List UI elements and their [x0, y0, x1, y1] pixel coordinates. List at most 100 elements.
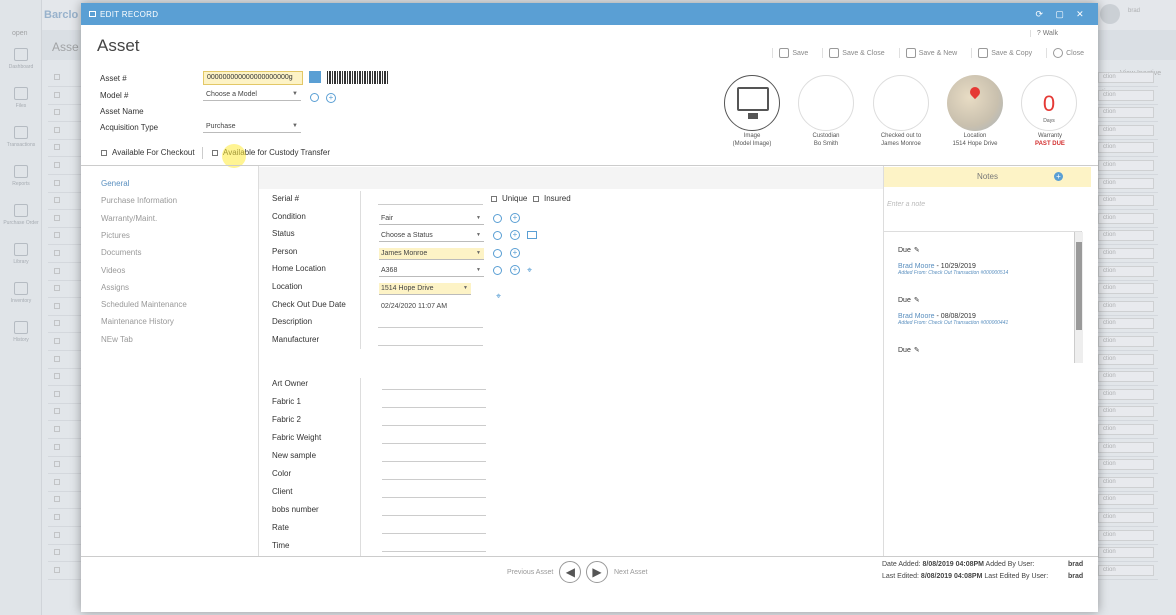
save-close-button[interactable]: Save & Close: [822, 48, 885, 58]
save-new-button[interactable]: Save & New: [898, 48, 957, 58]
custom-field-input[interactable]: [382, 479, 486, 480]
field-label-condition: Condition: [272, 211, 306, 221]
custodian-card[interactable]: [798, 75, 854, 131]
acquisition-type-select[interactable]: Purchase ▼: [203, 121, 301, 133]
chevron-down-icon: ▼: [476, 214, 481, 221]
save-label: Save: [792, 49, 809, 57]
custom-field-input[interactable]: [382, 425, 486, 426]
save-button[interactable]: Save: [772, 48, 808, 58]
custom-field-input[interactable]: [382, 533, 486, 534]
model-select[interactable]: Choose a Model ▼: [203, 89, 301, 101]
field-value-person[interactable]: James Monroe ▼: [379, 247, 484, 260]
unique-checkbox[interactable]: Unique: [491, 194, 527, 203]
nav-warranty-maint-[interactable]: Warranty/Maint.: [101, 214, 157, 223]
scrollbar-thumb[interactable]: [1076, 242, 1082, 330]
close-icon[interactable]: ✕: [1076, 9, 1084, 20]
custom-field-input[interactable]: [382, 389, 486, 390]
field-input-description[interactable]: [378, 327, 483, 329]
location-map-card[interactable]: [947, 75, 1003, 131]
add-icon[interactable]: +: [510, 247, 520, 258]
calendar-icon[interactable]: [527, 231, 537, 240]
save-copy-button[interactable]: Save & Copy: [971, 48, 1032, 58]
search-icon[interactable]: [493, 248, 502, 258]
asset-name-input[interactable]: [203, 105, 301, 117]
nav-scheduled-maintenance[interactable]: Scheduled Maintenance: [101, 300, 187, 309]
asset-number-input[interactable]: 000000000000000000000g: [203, 71, 303, 85]
field-label-description: Description: [272, 317, 313, 327]
insured-checkbox[interactable]: Insured: [533, 194, 571, 203]
custom-field-input[interactable]: [382, 461, 486, 462]
note-item: Due ✎ Brad Moore - 10/29/2019 Added From: C…: [898, 246, 1008, 276]
search-icon[interactable]: [310, 93, 319, 102]
add-icon[interactable]: +: [326, 93, 336, 103]
note-author[interactable]: Brad Moore: [898, 263, 935, 270]
location-label: Location: [963, 133, 987, 139]
checked-out-label: Checked out to: [880, 133, 922, 139]
map-pin-icon: [967, 84, 983, 100]
edit-icon[interactable]: ✎: [914, 247, 920, 254]
checkbox-box: [212, 149, 218, 156]
field-value-home_location[interactable]: A368 ▼: [379, 265, 484, 278]
walk-label: Walk: [1042, 30, 1058, 37]
unique-label: Unique: [502, 194, 528, 203]
field-value-checkout_due[interactable]: 02/24/2020 11:07 AM: [379, 301, 484, 313]
nav-pictures[interactable]: Pictures: [101, 231, 130, 240]
add-icon[interactable]: +: [510, 212, 520, 223]
search-icon[interactable]: [493, 266, 502, 276]
warranty-status: PAST DUE: [1035, 141, 1065, 147]
field-value-condition[interactable]: Fair ▼: [379, 213, 484, 225]
custodian-card-label: Custodian Bo Smith: [786, 132, 866, 148]
monitor-icon: [737, 87, 769, 119]
serial-input[interactable]: [378, 204, 483, 205]
added-by-value: brad: [1068, 561, 1084, 568]
map-pin-icon[interactable]: ⌖: [496, 291, 501, 302]
custom-field-input[interactable]: [382, 407, 486, 408]
search-icon[interactable]: [493, 213, 502, 223]
note-input[interactable]: Enter a note: [887, 201, 925, 208]
custom-field-input[interactable]: [382, 497, 486, 498]
custodian-value: Bo Smith: [813, 141, 839, 147]
refresh-icon[interactable]: ⟳: [1036, 9, 1044, 20]
field-value-location[interactable]: 1514 Hope Drive ▼: [379, 283, 471, 295]
available-checkout-checkbox[interactable]: Available For Checkout: [101, 148, 195, 157]
save-copy-icon: [978, 48, 989, 58]
close-button[interactable]: Close: [1046, 48, 1084, 58]
note-author[interactable]: Brad Moore: [898, 313, 935, 320]
next-arrow-icon[interactable]: ▶: [586, 561, 608, 583]
nav-maintenance-history[interactable]: Maintenance History: [101, 317, 174, 326]
nav-videos[interactable]: Videos: [101, 266, 125, 275]
edit-icon[interactable]: ✎: [914, 347, 920, 354]
notes-scrollbar[interactable]: [1074, 232, 1083, 363]
warranty-card-label: Warranty PAST DUE: [1010, 132, 1090, 148]
nav-assigns[interactable]: Assigns: [101, 283, 129, 292]
location-value: 1514 Hope Drive: [952, 141, 998, 147]
image-card[interactable]: [724, 75, 780, 131]
walk-button[interactable]: ? Walk: [1029, 30, 1058, 37]
save-copy-label: Save & Copy: [991, 49, 1033, 57]
custom-field-label: Fabric 2: [272, 415, 301, 424]
next-asset-control[interactable]: ▶ Next Asset: [586, 561, 647, 583]
scan-icon[interactable]: [309, 71, 321, 83]
edit-icon[interactable]: ✎: [914, 297, 920, 304]
add-note-icon[interactable]: +: [1054, 172, 1063, 181]
note-due-label: Due: [898, 347, 911, 354]
field-label-person: Person: [272, 246, 298, 256]
field-input-manufacturer[interactable]: [378, 344, 483, 346]
custom-field-input[interactable]: [382, 443, 486, 444]
custom-field-input[interactable]: [382, 515, 486, 516]
model-label: Model #: [100, 91, 129, 100]
nav-new-tab[interactable]: NEw Tab: [101, 335, 133, 344]
nav-documents[interactable]: Documents: [101, 248, 141, 257]
add-icon[interactable]: +: [510, 230, 520, 241]
map-pin-icon[interactable]: ⌖: [527, 265, 532, 276]
custom-field-input[interactable]: [382, 551, 486, 552]
previous-arrow-icon[interactable]: ◀: [559, 561, 582, 583]
maximize-icon[interactable]: ▢: [1055, 9, 1064, 20]
add-icon[interactable]: +: [510, 265, 520, 276]
field-value-status[interactable]: Choose a Status ▼: [379, 230, 484, 243]
nav-purchase-information[interactable]: Purchase Information: [101, 196, 177, 205]
search-icon[interactable]: [493, 231, 502, 241]
checked-out-card[interactable]: [873, 75, 929, 131]
previous-asset-control[interactable]: Previous Asset ◀: [507, 561, 582, 583]
nav-general[interactable]: General: [101, 179, 129, 188]
